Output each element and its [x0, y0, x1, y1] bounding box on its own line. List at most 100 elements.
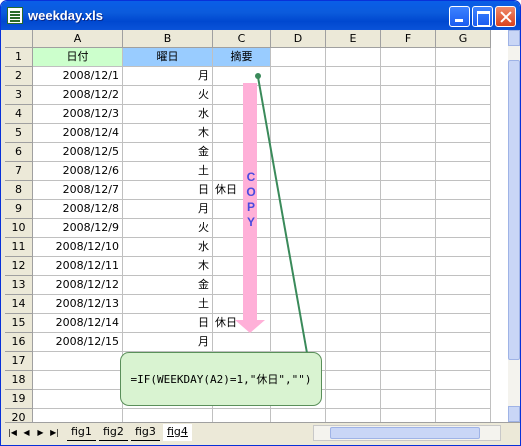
cell-b19[interactable]: [123, 390, 213, 409]
row-header-10[interactable]: 10: [5, 219, 33, 238]
cell-e13[interactable]: [326, 276, 381, 295]
cell-d18[interactable]: [271, 371, 326, 390]
cell-d9[interactable]: [271, 200, 326, 219]
cell-d19[interactable]: [271, 390, 326, 409]
cell-g7[interactable]: [436, 162, 491, 181]
cell-a11[interactable]: 2008/12/10: [33, 238, 123, 257]
cell-g9[interactable]: [436, 200, 491, 219]
row-header-16[interactable]: 16: [5, 333, 33, 352]
cell-e20[interactable]: [326, 409, 381, 422]
cell-c20[interactable]: [213, 409, 271, 422]
cell-g12[interactable]: [436, 257, 491, 276]
cell-f4[interactable]: [381, 105, 436, 124]
cell-e11[interactable]: [326, 238, 381, 257]
row-header-15[interactable]: 15: [5, 314, 33, 333]
cell-a17[interactable]: [33, 352, 123, 371]
cell-d2[interactable]: [271, 67, 326, 86]
cell-e16[interactable]: [326, 333, 381, 352]
cell-b12[interactable]: 木: [123, 257, 213, 276]
cell-d8[interactable]: [271, 181, 326, 200]
cell-d16[interactable]: [271, 333, 326, 352]
next-sheet-icon[interactable]: ▶: [35, 427, 46, 439]
cell-b4[interactable]: 水: [123, 105, 213, 124]
row-header-12[interactable]: 12: [5, 257, 33, 276]
maximize-button[interactable]: [472, 6, 493, 27]
close-button[interactable]: [495, 6, 516, 27]
cell-g5[interactable]: [436, 124, 491, 143]
cell-a16[interactable]: 2008/12/15: [33, 333, 123, 352]
column-header-b[interactable]: B: [123, 30, 213, 48]
cell-b13[interactable]: 金: [123, 276, 213, 295]
cell-f7[interactable]: [381, 162, 436, 181]
cell-e5[interactable]: [326, 124, 381, 143]
minimize-button[interactable]: [449, 6, 470, 27]
cell-c18[interactable]: [213, 371, 271, 390]
cell-a4[interactable]: 2008/12/3: [33, 105, 123, 124]
row-header-17[interactable]: 17: [5, 352, 33, 371]
column-header-g[interactable]: G: [436, 30, 491, 48]
cell-e8[interactable]: [326, 181, 381, 200]
cell-b2[interactable]: 月: [123, 67, 213, 86]
row-header-18[interactable]: 18: [5, 371, 33, 390]
cell-b1[interactable]: 曜日: [123, 48, 213, 67]
sheet-tab-fig4[interactable]: fig4: [163, 424, 192, 441]
cell-f15[interactable]: [381, 314, 436, 333]
sheet-tab-fig1[interactable]: fig1: [67, 424, 96, 441]
cell-a6[interactable]: 2008/12/5: [33, 143, 123, 162]
cell-g2[interactable]: [436, 67, 491, 86]
cell-a5[interactable]: 2008/12/4: [33, 124, 123, 143]
cell-d1[interactable]: [271, 48, 326, 67]
row-header-11[interactable]: 11: [5, 238, 33, 257]
cell-e7[interactable]: [326, 162, 381, 181]
row-header-20[interactable]: 20: [5, 409, 33, 422]
cell-c2[interactable]: [213, 67, 271, 86]
cell-b10[interactable]: 火: [123, 219, 213, 238]
cell-f13[interactable]: [381, 276, 436, 295]
cell-b8[interactable]: 日: [123, 181, 213, 200]
cell-g20[interactable]: [436, 409, 491, 422]
cell-c10[interactable]: [213, 219, 271, 238]
cell-f20[interactable]: [381, 409, 436, 422]
cell-c1[interactable]: 摘要: [213, 48, 271, 67]
cell-a14[interactable]: 2008/12/13: [33, 295, 123, 314]
cell-a3[interactable]: 2008/12/2: [33, 86, 123, 105]
row-header-8[interactable]: 8: [5, 181, 33, 200]
cell-g13[interactable]: [436, 276, 491, 295]
row-header-19[interactable]: 19: [5, 390, 33, 409]
cell-c6[interactable]: [213, 143, 271, 162]
cell-f14[interactable]: [381, 295, 436, 314]
cell-f19[interactable]: [381, 390, 436, 409]
cell-g8[interactable]: [436, 181, 491, 200]
cell-f5[interactable]: [381, 124, 436, 143]
cell-e1[interactable]: [326, 48, 381, 67]
cell-g16[interactable]: [436, 333, 491, 352]
cell-d4[interactable]: [271, 105, 326, 124]
cell-e2[interactable]: [326, 67, 381, 86]
cell-c14[interactable]: [213, 295, 271, 314]
cell-b15[interactable]: 日: [123, 314, 213, 333]
cell-g4[interactable]: [436, 105, 491, 124]
cell-b18[interactable]: [123, 371, 213, 390]
cell-f1[interactable]: [381, 48, 436, 67]
cell-b17[interactable]: [123, 352, 213, 371]
cell-g6[interactable]: [436, 143, 491, 162]
row-header-6[interactable]: 6: [5, 143, 33, 162]
cell-g15[interactable]: [436, 314, 491, 333]
cell-d15[interactable]: [271, 314, 326, 333]
scroll-up-button[interactable]: [508, 30, 520, 46]
cell-b7[interactable]: 土: [123, 162, 213, 181]
column-header-f[interactable]: F: [381, 30, 436, 48]
cell-g17[interactable]: [436, 352, 491, 371]
cell-c7[interactable]: [213, 162, 271, 181]
cell-a19[interactable]: [33, 390, 123, 409]
cell-e17[interactable]: [326, 352, 381, 371]
cell-b14[interactable]: 土: [123, 295, 213, 314]
last-sheet-icon[interactable]: ▶|: [49, 427, 60, 439]
sheet-tab-fig3[interactable]: fig3: [131, 424, 160, 441]
sheet-tab-fig2[interactable]: fig2: [99, 424, 128, 441]
cell-a13[interactable]: 2008/12/12: [33, 276, 123, 295]
cell-c3[interactable]: [213, 86, 271, 105]
cell-b9[interactable]: 月: [123, 200, 213, 219]
column-header-c[interactable]: C: [213, 30, 271, 48]
cell-d7[interactable]: [271, 162, 326, 181]
